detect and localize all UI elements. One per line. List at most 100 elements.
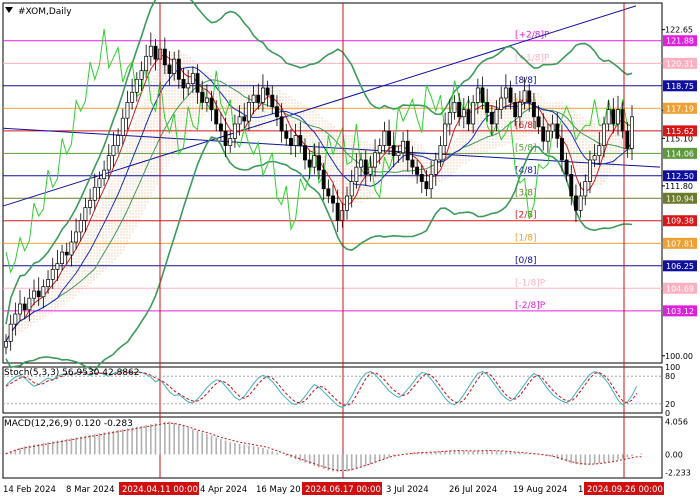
candle-body [508, 87, 513, 103]
candle-body [232, 123, 237, 139]
murrey-level-label: [0/8] [515, 256, 537, 266]
candle-body [162, 48, 167, 66]
candle-body [209, 97, 214, 110]
candle-body [606, 109, 611, 125]
candle-body [78, 220, 83, 233]
candle-body [564, 159, 569, 175]
candle-body [541, 126, 546, 142]
candle-body [102, 169, 107, 180]
candle-body [317, 155, 321, 171]
candle-body [485, 102, 490, 113]
candle-body [279, 116, 284, 132]
candle-body [303, 145, 307, 161]
candle-body [41, 286, 46, 298]
candle-body [293, 135, 298, 146]
x-axis-date-label: 3 Jul 2024 [386, 485, 429, 495]
candle-body [447, 112, 452, 125]
murrey-level-label: [+2/8]P [515, 31, 550, 41]
candle-body [36, 290, 41, 298]
candle-body [597, 145, 602, 156]
candle-body [218, 123, 223, 132]
candle-body [443, 123, 448, 146]
candle-body [83, 207, 88, 221]
candle-body [4, 341, 8, 348]
candle-body [195, 73, 200, 93]
candle-body [284, 130, 289, 139]
candle-body [363, 159, 368, 175]
candle-body [396, 152, 401, 156]
candle-body [405, 140, 410, 161]
candle-body [106, 155, 111, 171]
murrey-level-label: [2/8] [515, 211, 537, 221]
candle-body [144, 55, 149, 72]
candle-body [391, 145, 396, 156]
candle-body [480, 87, 485, 103]
date-marker-label: 2024.04.11 00:00 [122, 485, 198, 495]
candle-body [321, 169, 326, 190]
price-tick-label: 111.80 [665, 182, 693, 191]
candle-body [97, 178, 102, 188]
candle-body [569, 174, 574, 197]
trading-chart[interactable]: [+2/8]P[+1/8]P[8/8][7/8][6/8][5/8][4/8][… [0, 0, 700, 500]
candle-body [583, 181, 588, 197]
candle-body [331, 195, 335, 204]
chart-window: [+2/8]P [+1/8]P [8/8] [7/8] [6/8] [5/8] [4/8][… [0, 0, 700, 500]
candle-body [494, 109, 499, 125]
macd-title: MACD(12,26,9) 0.120 -0.283 [4, 419, 133, 429]
candle-body [260, 87, 265, 103]
candle-body [373, 152, 378, 168]
stochastic-tick-label: 100 [665, 363, 680, 372]
candle-body [228, 138, 233, 146]
candle-body [550, 123, 555, 132]
candle-body [312, 155, 317, 168]
candle-body [578, 195, 583, 211]
candle-body [55, 263, 60, 270]
candle-body [452, 102, 457, 113]
candle-body [176, 58, 181, 80]
murrey-level-label: [1/8] [515, 233, 537, 243]
candle-body [167, 64, 172, 74]
candle-body [8, 323, 13, 342]
candle-body [130, 91, 135, 103]
price-chart-title: #XOM,Daily [18, 7, 72, 17]
candle-body [134, 78, 139, 93]
date-marker-label: 2024.06.17 00:00 [305, 485, 381, 495]
candle-body [214, 109, 219, 125]
price-level-badge-label: 103.12 [666, 307, 694, 316]
x-axis-date-label: 1 [578, 485, 583, 495]
price-level-badge-label: 114.06 [666, 149, 694, 158]
candle-body [69, 241, 74, 256]
murrey-level-label: [-1/8]P [515, 278, 546, 288]
candle-body [251, 94, 256, 103]
stochastic-tick-label: 80 [665, 372, 675, 381]
candle-body [289, 138, 293, 146]
candle-body [190, 73, 195, 84]
candle-body [517, 102, 522, 118]
candle-body [513, 102, 518, 118]
candle-body [335, 202, 340, 221]
macd-tick-label: -2.233 [665, 469, 691, 478]
candle-body [630, 116, 634, 149]
price-level-badge-label: 118.75 [666, 82, 694, 91]
candle-body [270, 94, 275, 108]
candle-body [186, 83, 191, 89]
candle-body [387, 130, 392, 146]
stochastic-tick-label: 20 [665, 400, 675, 409]
date-marker-label: 2024.09.26 00:00 [587, 485, 663, 495]
candle-body [256, 94, 261, 103]
candle-body [475, 87, 480, 103]
candle-body [181, 78, 186, 89]
macd-tick-label: 4.056 [665, 417, 688, 426]
candle-body [573, 195, 578, 211]
candle-body [88, 199, 93, 208]
candle-body [415, 166, 420, 175]
candle-body [27, 297, 32, 311]
candle-body [545, 130, 550, 142]
price-level-badge-label: 120.31 [666, 59, 694, 68]
candle-body [60, 251, 65, 264]
candle-body [172, 58, 177, 74]
candle-body [223, 130, 228, 146]
macd-tick-label: 0.00 [665, 450, 683, 459]
candle-body [242, 116, 247, 122]
candle-body [265, 87, 270, 96]
